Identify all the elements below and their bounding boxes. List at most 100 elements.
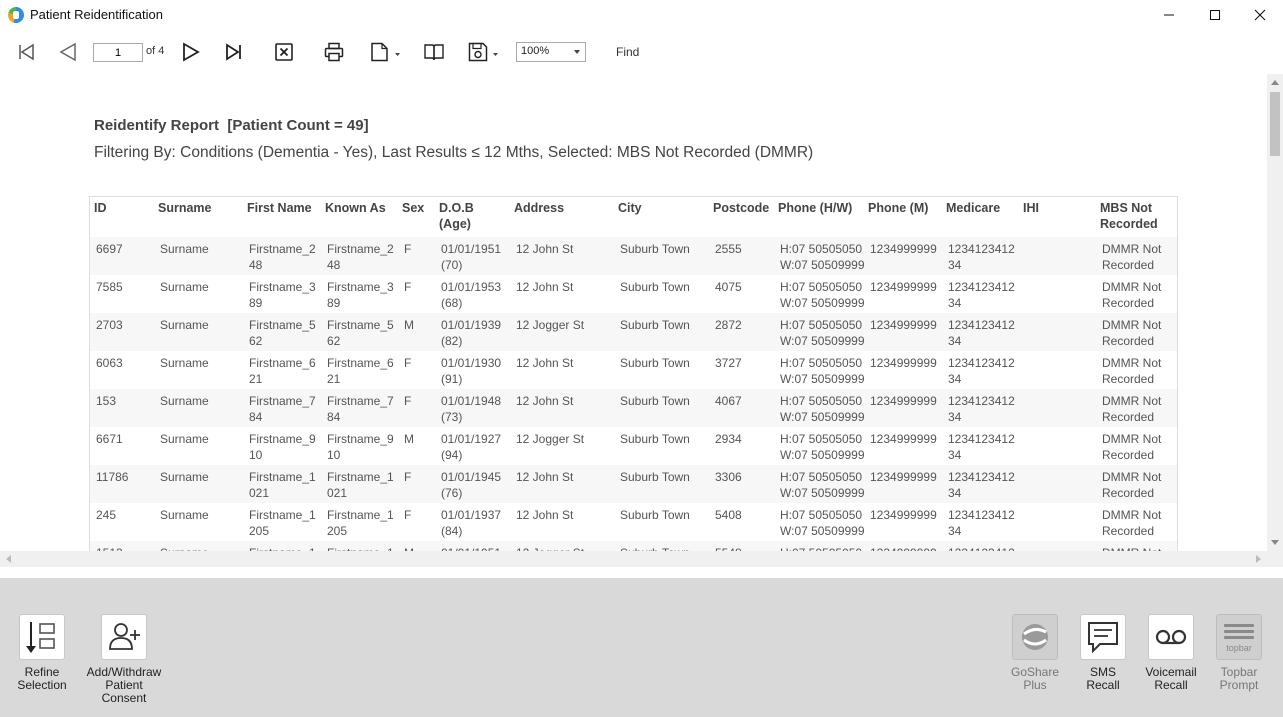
topbar-prompt-button[interactable]: topbar Topbar Prompt	[1212, 614, 1266, 692]
voicemail-recall-button[interactable]: Voicemail Recall	[1144, 614, 1198, 692]
horizontal-scrollbar[interactable]	[0, 551, 1267, 567]
previous-page-icon	[59, 42, 76, 62]
phone-home: H:07 50505050	[780, 318, 863, 332]
cell-sex: F	[398, 503, 435, 541]
cell-phone-m: 1234999999	[864, 503, 942, 541]
cell-medicare: 123412341234	[942, 389, 1019, 427]
cell-dob: 01/01/1927 (94)	[435, 427, 510, 465]
phone-home: H:07 50505050	[780, 508, 863, 522]
table-row: 153 Surname Firstname_784 Firstname_784 F 01/…	[90, 389, 1177, 427]
find-link[interactable]: Find	[616, 45, 639, 59]
cell-dob: 01/01/1937 (84)	[435, 503, 510, 541]
cell-medicare: 123412341234	[942, 427, 1019, 465]
cell-phone-hw: H:07 50505050 W:07 50509999	[774, 389, 865, 427]
scroll-left-icon[interactable]	[6, 555, 11, 563]
phone-home: H:07 50505050	[780, 280, 863, 294]
cell-medicare: 123412341234	[942, 275, 1019, 313]
column-header-postcode: Postcode	[713, 201, 770, 215]
maximize-icon	[1210, 10, 1220, 20]
refine-selection-button[interactable]: Refine Selection	[14, 614, 70, 692]
voicemail-recall-label: Voicemail Recall	[1145, 665, 1197, 692]
dob-date: 01/01/1953	[441, 280, 502, 294]
first-page-icon	[19, 43, 34, 61]
cell-first-name: Firstname_248	[243, 237, 321, 275]
voicemail-icon	[1155, 629, 1187, 645]
scroll-down-icon[interactable]	[1271, 540, 1279, 545]
last-page-button[interactable]	[222, 40, 246, 64]
cell-phone-hw: H:07 50505050 W:07 50509999	[774, 427, 865, 465]
topbar-logo-text: topbar	[1226, 643, 1252, 653]
zoom-select[interactable]: 100%	[516, 42, 586, 62]
add-withdraw-consent-button[interactable]: Add/Withdraw Patient Consent	[86, 614, 162, 705]
save-button[interactable]	[466, 40, 500, 64]
minimize-icon	[1164, 14, 1174, 16]
table-row: 6063 Surname Firstname_621 Firstname_621 F 01…	[90, 351, 1177, 389]
topbar-prompt-label: Topbar Prompt	[1219, 665, 1259, 692]
book-icon	[424, 44, 444, 61]
cell-address: 12 John St	[510, 389, 614, 427]
previous-page-button[interactable]	[56, 40, 80, 64]
cell-city: Suburb Town	[614, 427, 709, 465]
dob-age: (73)	[441, 410, 463, 424]
cell-id: 1513	[90, 541, 154, 551]
goshare-label: GoShare Plus	[1010, 665, 1060, 692]
cell-postcode: 2555	[709, 237, 774, 275]
stop-rendering-button[interactable]	[272, 40, 296, 64]
table-header-row: ID Surname First Name Known As Sex D.O.B…	[90, 197, 1177, 237]
cell-ihi	[1019, 503, 1096, 541]
scroll-up-icon[interactable]	[1271, 80, 1279, 85]
cell-known-as: Firstname_1021	[321, 465, 398, 503]
cell-known-as: Firstname_562	[321, 313, 398, 351]
scroll-right-icon[interactable]	[1256, 555, 1261, 563]
next-page-button[interactable]	[179, 40, 203, 64]
column-header-medicare: Medicare	[946, 201, 1001, 215]
minimize-button[interactable]	[1146, 0, 1192, 30]
refine-selection-label: Refine Selection	[17, 665, 67, 692]
cell-mbs-not-recorded: DMMR Not Recorded	[1096, 427, 1177, 465]
cell-address: 12 Jogger St	[510, 313, 614, 351]
cell-sex: F	[398, 389, 435, 427]
phone-home: H:07 50505050	[780, 394, 863, 408]
phone-work: W:07 50509999	[780, 296, 865, 310]
report-viewer: Reidentify Report [Patient Count = 49] F…	[0, 74, 1267, 551]
cell-surname: Surname	[154, 275, 243, 313]
vertical-scrollbar[interactable]	[1267, 74, 1283, 551]
phone-work: W:07 50509999	[780, 372, 865, 386]
column-header-phone-m: Phone (M)	[868, 201, 929, 215]
first-page-button[interactable]	[14, 40, 38, 64]
action-panel: Refine Selection Add/Withdraw Patient Co…	[0, 578, 1283, 717]
dob-age: (94)	[441, 448, 463, 462]
column-header-address: Address	[514, 201, 565, 215]
cell-sex: M	[398, 427, 435, 465]
cell-sex: M	[398, 313, 435, 351]
table-row: 6671 Surname Firstname_910 Firstname_910 M 01…	[90, 427, 1177, 465]
cell-sex: M	[398, 541, 435, 551]
cell-postcode: 2934	[709, 427, 774, 465]
sms-recall-button[interactable]: SMS Recall	[1076, 614, 1130, 692]
vertical-scroll-thumb[interactable]	[1270, 92, 1280, 156]
print-button[interactable]	[322, 40, 346, 64]
cell-phone-hw: H:07 50505050 W:07 50509999	[774, 237, 865, 275]
goshare-plus-button[interactable]: GoShare Plus	[1006, 614, 1064, 692]
dob-date: 01/01/1927	[441, 432, 502, 446]
cell-first-name: Firstname_562	[243, 313, 321, 351]
maximize-button[interactable]	[1192, 0, 1238, 30]
close-window-button[interactable]	[1237, 0, 1283, 30]
cell-mbs-not-recorded: DMMR Not Recorded	[1096, 351, 1177, 389]
cell-medicare: 12341234123	[942, 541, 1019, 551]
export-button[interactable]	[368, 40, 402, 64]
dob-date: 01/01/1951	[441, 242, 502, 256]
document-export-icon	[371, 42, 400, 62]
cell-postcode: 4067	[709, 389, 774, 427]
cell-first-name: Firstname_1205	[243, 503, 321, 541]
cell-address: 12 John St	[510, 351, 614, 389]
sms-icon-box	[1080, 614, 1126, 660]
cell-surname: Surname	[154, 313, 243, 351]
page-number-input[interactable]	[93, 43, 143, 62]
cell-phone-m: 1234999999	[864, 313, 942, 351]
printer-icon	[324, 42, 344, 62]
cell-surname: Surname	[154, 503, 243, 541]
page-layout-button[interactable]	[422, 40, 446, 64]
cell-id: 6697	[90, 237, 154, 275]
goshare-icon-box	[1012, 614, 1058, 660]
